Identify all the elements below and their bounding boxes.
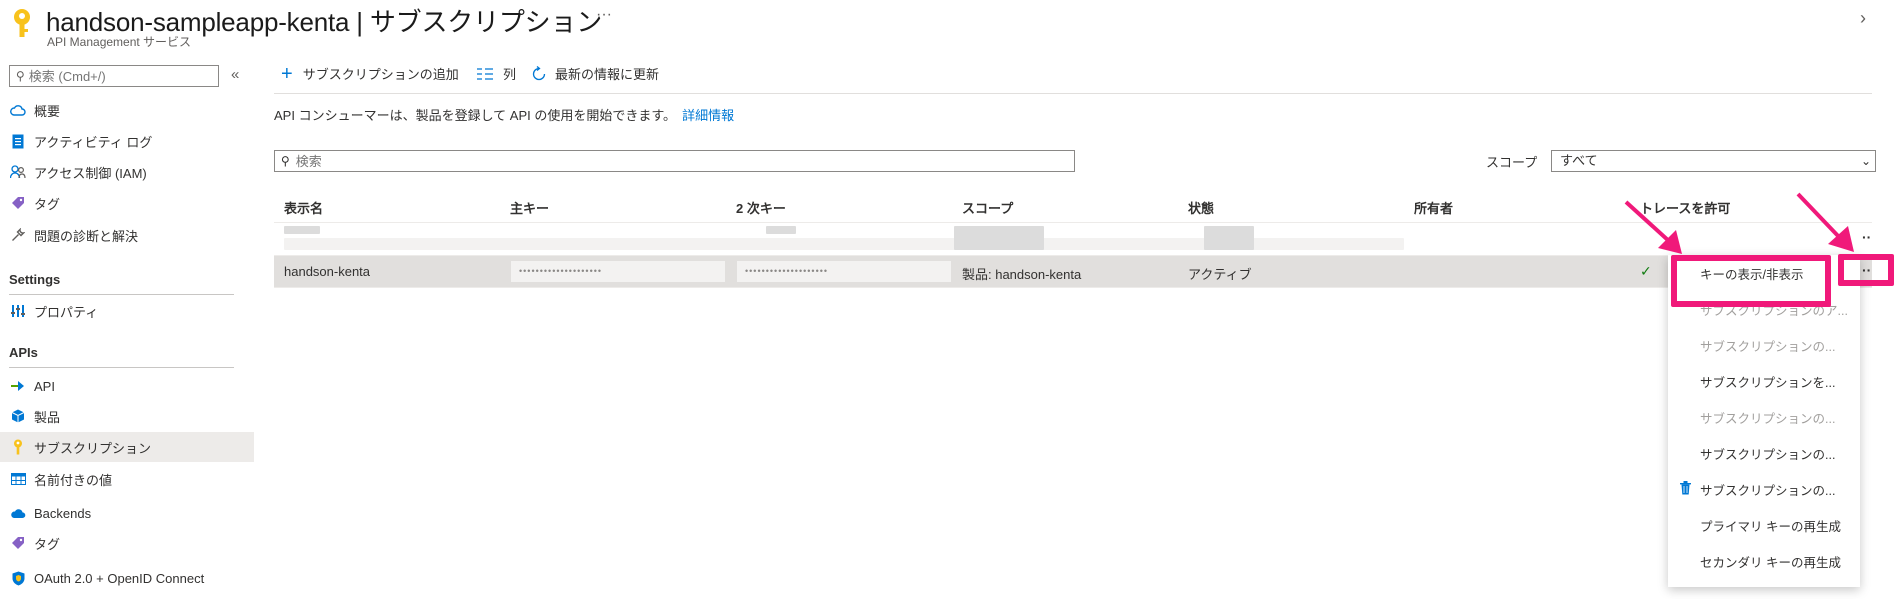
highlight-box-menu-item	[1671, 255, 1831, 307]
redacted-cell	[766, 226, 796, 234]
trash-icon	[1680, 481, 1691, 498]
sidebar-item-label: 概要	[34, 103, 61, 119]
columns-button[interactable]: 列	[477, 64, 516, 83]
trace-check-icon: ✓	[1640, 263, 1652, 279]
scope-value: すべて	[1560, 153, 1598, 168]
activity-log-icon	[10, 133, 26, 149]
toolbar-divider	[274, 93, 1872, 94]
menu-item-disabled[interactable]: サブスクリプションの...	[1668, 399, 1860, 435]
header-more-button[interactable]: ···	[596, 6, 612, 24]
sidebar-item-label: プロパティ	[34, 304, 99, 320]
sidebar-item-iam[interactable]: アクセス制御 (IAM)	[0, 157, 254, 187]
annotation-arrow-icon	[1796, 192, 1854, 252]
key-icon	[10, 439, 26, 455]
subscription-search-input[interactable]	[295, 153, 996, 169]
sidebar-item-label: OAuth 2.0 + OpenID Connect	[34, 570, 205, 586]
row-more-button[interactable]: ··	[1862, 229, 1871, 245]
sidebar-item-products[interactable]: 製品	[0, 401, 254, 431]
column-header-name[interactable]: 表示名	[284, 198, 323, 217]
settings-section-header: Settings	[9, 272, 61, 287]
scope-dropdown[interactable]: すべて ⌄	[1551, 150, 1876, 172]
sidebar-item-label: タグ	[34, 196, 61, 212]
sidebar-item-label: タグ	[34, 536, 61, 552]
collapse-sidebar-icon[interactable]: «	[231, 66, 239, 83]
sidebar-item-activity-log[interactable]: アクティビティ ログ	[0, 126, 254, 156]
sidebar-item-named-values[interactable]: 名前付きの値	[0, 464, 254, 494]
sidebar-divider	[9, 367, 234, 368]
search-icon: ⚲	[281, 154, 290, 168]
search-icon: ⚲	[16, 69, 25, 83]
add-subscription-button[interactable]: + サブスクリプションの追加	[281, 62, 459, 85]
sidebar-item-subscriptions[interactable]: サブスクリプション	[0, 432, 254, 462]
apis-section-header: APIs	[9, 345, 38, 360]
product-icon	[10, 408, 26, 424]
column-header-scope[interactable]: スコープ	[962, 198, 1013, 217]
cloud-icon	[10, 102, 26, 118]
sidebar-item-label: 問題の診断と解決	[34, 228, 139, 244]
table-icon	[10, 471, 26, 487]
sidebar-item-label: 製品	[34, 409, 61, 425]
sidebar-search-input[interactable]	[28, 68, 209, 84]
properties-icon	[10, 303, 26, 319]
sidebar-item-label: Backends	[34, 505, 92, 521]
sidebar-item-backends[interactable]: Backends	[0, 498, 254, 528]
column-header-secondary-key[interactable]: 2 次キー	[736, 198, 786, 217]
plus-icon: +	[281, 62, 293, 85]
description-text: API コンシューマーは、製品を登録して API の使用を開始できます。	[274, 108, 677, 123]
column-header-primary-key[interactable]: 主キー	[510, 198, 549, 217]
secondary-key-field[interactable]: ••••••••••••••••••••	[736, 260, 952, 283]
primary-key-field[interactable]: ••••••••••••••••••••	[510, 260, 726, 283]
sidebar-item-api[interactable]: API	[0, 371, 254, 401]
redacted-cell	[954, 226, 1044, 250]
tag-icon	[10, 195, 26, 211]
menu-item-subscription[interactable]: サブスクリプションの...	[1668, 435, 1860, 471]
sidebar-item-properties[interactable]: プロパティ	[0, 296, 254, 326]
sidebar-item-tags[interactable]: タグ	[0, 188, 254, 218]
menu-item-delete-subscription[interactable]: サブスクリプションの...	[1668, 471, 1860, 507]
page-subtitle: API Management サービス	[47, 35, 192, 49]
cloud-backend-icon	[10, 505, 26, 521]
menu-item-disabled[interactable]: サブスクリプションの...	[1668, 327, 1860, 363]
cell-state: アクティブ	[1188, 267, 1252, 282]
shield-icon	[10, 570, 26, 586]
sidebar-item-label: アクセス制御 (IAM)	[34, 165, 147, 181]
refresh-icon	[531, 65, 547, 82]
sidebar-item-overview[interactable]: 概要	[0, 95, 254, 125]
redacted-cell	[284, 226, 320, 234]
sidebar-item-label: アクティビティ ログ	[34, 134, 153, 150]
cell-scope: 製品: handson-kenta	[962, 267, 1082, 282]
redacted-cell	[1204, 226, 1254, 250]
cell-name: handson-kenta	[284, 264, 371, 279]
row-divider	[274, 287, 1872, 288]
sidebar-item-diagnose[interactable]: 問題の診断と解決	[0, 220, 254, 250]
sidebar-item-label: API	[34, 378, 55, 394]
menu-item-regenerate-primary[interactable]: プライマリ キーの再生成	[1668, 507, 1860, 543]
column-header-owner[interactable]: 所有者	[1414, 198, 1453, 217]
scope-label: スコープ	[1486, 155, 1538, 170]
menu-item-regenerate-secondary[interactable]: セカンダリ キーの再生成	[1668, 543, 1860, 579]
annotation-arrow-icon	[1624, 200, 1682, 254]
wrench-icon	[10, 227, 26, 243]
close-pane-chevron-icon[interactable]: ›	[1860, 8, 1866, 29]
sidebar-item-tags-2[interactable]: タグ	[0, 528, 254, 558]
resource-icon	[11, 8, 33, 41]
sidebar-item-label: 名前付きの値	[34, 472, 113, 488]
chevron-down-icon: ⌄	[1860, 154, 1871, 168]
menu-item-subscription[interactable]: サブスクリプションを...	[1668, 363, 1860, 399]
sidebar-item-label: サブスクリプション	[34, 440, 152, 456]
sidebar-item-oauth[interactable]: OAuth 2.0 + OpenID Connect	[0, 563, 254, 593]
tag-icon	[10, 535, 26, 551]
subscription-search[interactable]: ⚲	[274, 150, 1075, 172]
column-header-state[interactable]: 状態	[1188, 198, 1214, 217]
sidebar-search[interactable]: ⚲	[9, 65, 219, 87]
learn-more-link[interactable]: 詳細情報	[682, 108, 734, 123]
description: API コンシューマーは、製品を登録して API の使用を開始できます。 詳細情報	[274, 105, 734, 124]
api-icon	[10, 378, 26, 394]
sidebar-divider	[9, 294, 234, 295]
refresh-button[interactable]: 最新の情報に更新	[531, 64, 659, 83]
people-icon	[10, 164, 26, 180]
columns-icon	[477, 67, 493, 80]
highlight-box-more-button	[1838, 254, 1894, 286]
